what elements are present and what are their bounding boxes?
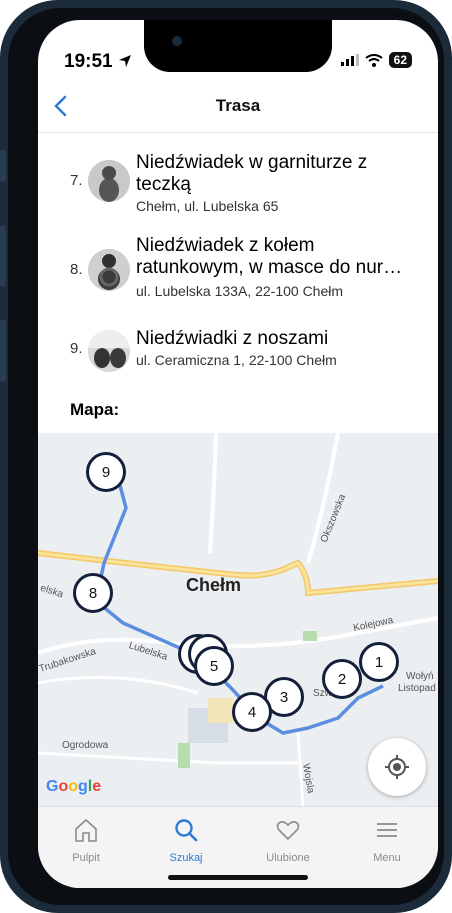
map-marker-1[interactable]: 1 — [359, 642, 399, 682]
map-marker-5[interactable]: 5 — [194, 646, 234, 686]
notch — [144, 20, 332, 72]
item-number: 7. — [70, 172, 83, 189]
volume-down-button — [0, 320, 6, 382]
map-marker-8[interactable]: 8 — [73, 573, 113, 613]
tab-szukaj[interactable]: Szukaj — [146, 817, 226, 864]
crosshair-icon — [385, 755, 409, 779]
tab-ulubione[interactable]: Ulubione — [248, 817, 328, 864]
tab-label: Menu — [373, 852, 401, 864]
list-item-9[interactable]: 9. Niedźwiadki z noszami ul. Ceramiczna … — [38, 328, 438, 378]
page-title: Trasa — [215, 96, 261, 115]
tab-label: Ulubione — [266, 852, 310, 864]
item-number: 8. — [70, 261, 83, 278]
status-icons: 62 — [340, 52, 412, 68]
map-marker-2[interactable]: 2 — [322, 659, 362, 699]
item-thumbnail — [88, 160, 130, 202]
item-thumbnail — [88, 330, 130, 372]
item-name: Niedźwiadki z noszami — [136, 328, 329, 349]
list-item-8[interactable]: 8. Niedźwiadek z kołem ratunkowym, w mas… — [38, 235, 438, 305]
volume-up-button — [0, 225, 6, 287]
street-label: Ogrodowa — [62, 740, 109, 751]
heart-icon — [276, 821, 300, 841]
signal-icon — [340, 54, 359, 66]
status-bar: 19:51 62 — [38, 20, 438, 82]
wifi-icon — [365, 53, 383, 67]
item-name: Niedźwiadek w garniturze z teczką — [136, 152, 368, 195]
map-heading: Mapa: — [70, 400, 120, 419]
google-logo: Google — [46, 778, 102, 795]
item-address: ul. Ceramiczna 1, 22-100 Chełm — [136, 352, 337, 368]
map-view[interactable]: Chełm Okszowska Kolejowa Lubelska Trubak… — [38, 433, 438, 806]
mute-switch — [0, 150, 6, 182]
street-label: Wołyń — [406, 671, 434, 682]
list-item-7[interactable]: 7. Niedźwiadek w garniturze z teczką Che… — [38, 148, 438, 218]
street-label: Listopad — [398, 683, 436, 694]
tab-pulpit[interactable]: Pulpit — [46, 817, 126, 864]
home-icon — [75, 818, 97, 842]
item-number: 9. — [70, 340, 83, 357]
item-address: Chełm, ul. Lubelska 65 — [136, 198, 279, 214]
item-address: ul. Lubelska 133A, 22-100 Chełm — [136, 283, 344, 299]
screen: 19:51 62 Trasa 7. Niedźwiadek w garnitur… — [38, 20, 438, 888]
tab-label: Pulpit — [72, 852, 100, 864]
my-location-button[interactable] — [368, 738, 426, 796]
map-marker-4[interactable]: 4 — [232, 692, 272, 732]
map-city-label: Chełm — [186, 575, 242, 595]
item-name: Niedźwiadek z kołem ratunkowym, w masce … — [136, 235, 403, 278]
map-marker-9[interactable]: 9 — [86, 452, 126, 492]
navigation-bar: Trasa — [38, 82, 438, 133]
clock: 19:51 — [64, 51, 113, 72]
item-thumbnail — [88, 249, 130, 291]
tab-label: Szukaj — [169, 852, 203, 864]
location-arrow-icon — [119, 55, 131, 67]
home-indicator[interactable] — [168, 875, 308, 880]
menu-icon — [377, 823, 397, 837]
tab-menu[interactable]: Menu — [347, 817, 427, 864]
battery-indicator: 62 — [388, 52, 412, 68]
search-icon — [175, 819, 198, 842]
